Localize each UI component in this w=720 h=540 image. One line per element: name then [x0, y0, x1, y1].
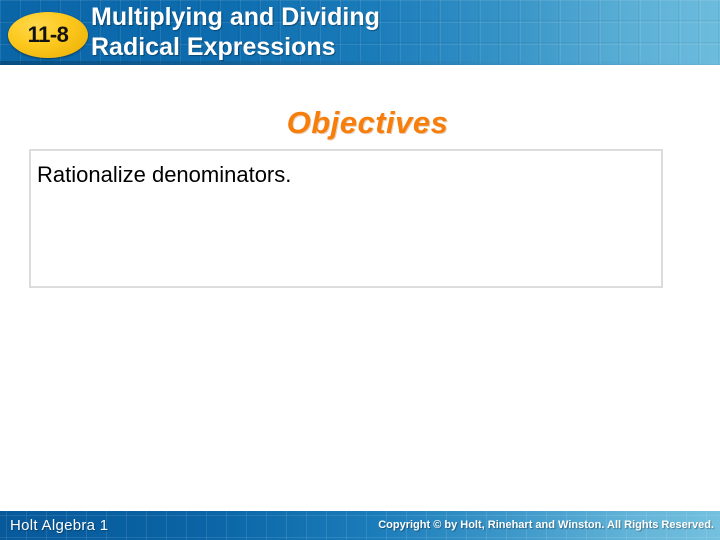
objectives-heading: Objectives [286, 105, 449, 140]
objectives-list: Rationalize denominators. [31, 151, 661, 189]
footer-brand-label: Holt Algebra 1 [10, 517, 109, 534]
slide-footer-bar: Holt Algebra 1 Copyright © by Holt, Rine… [0, 511, 720, 540]
objective-item: Rationalize denominators. [37, 162, 292, 187]
slide-canvas: 11-8 Multiplying and Dividing Radical Ex… [0, 0, 720, 540]
footer-copyright-label: Copyright © by Holt, Rinehart and Winsto… [378, 519, 714, 531]
lesson-number-label: 11-8 [27, 22, 69, 47]
slide-title-line-1: Multiplying and Dividing [91, 3, 380, 31]
slide-title: Multiplying and Dividing Radical Express… [91, 2, 681, 62]
slide-title-line-2: Radical Expressions [91, 33, 336, 61]
lesson-number-badge: 11-8 [8, 12, 88, 58]
objectives-box: Rationalize denominators. [29, 149, 663, 288]
